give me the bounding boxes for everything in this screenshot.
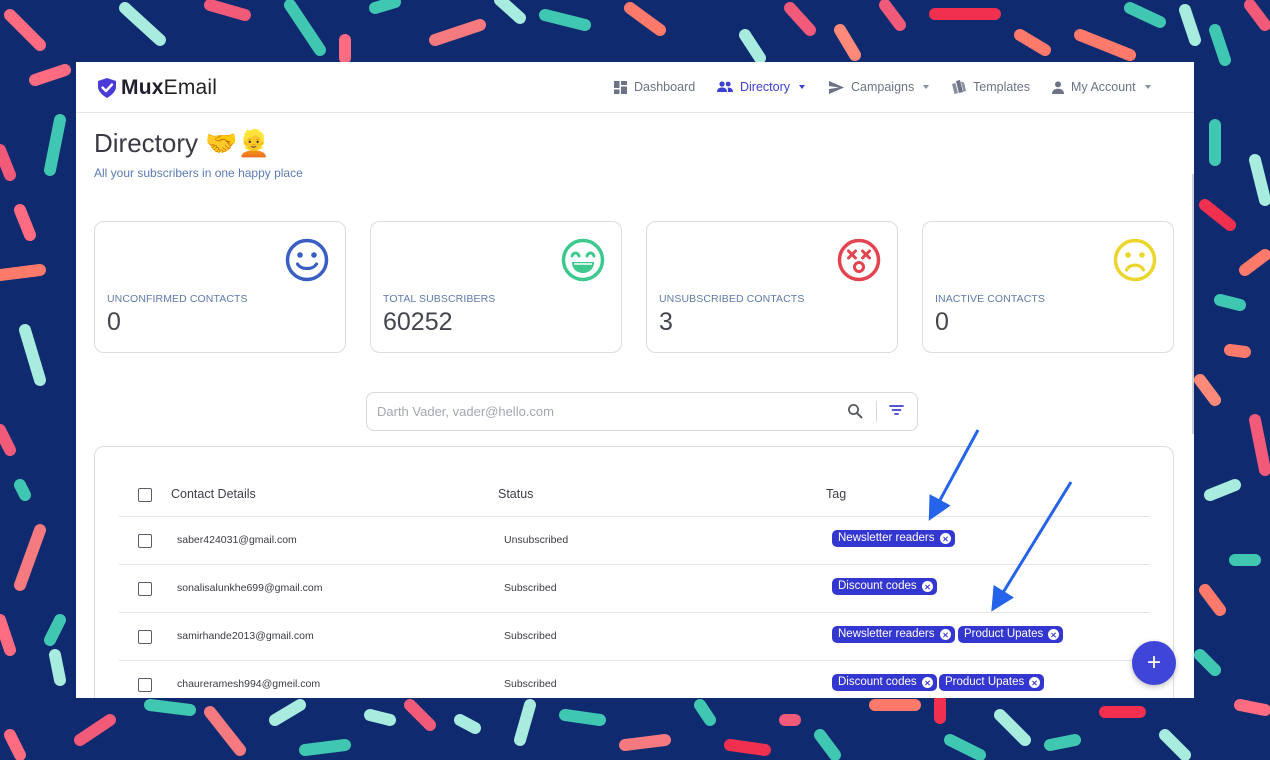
tag-chip[interactable]: Product Upates [958, 626, 1064, 643]
nav-directory[interactable]: Directory [717, 62, 806, 112]
nav-directory-label: Directory [740, 80, 791, 94]
column-header-tag: Tag [826, 487, 847, 501]
stat-card-inactive: INACTIVE CONTACTS 0 [922, 221, 1174, 353]
tag-label: Product Upates [964, 628, 1044, 640]
nav-campaigns-label: Campaigns [851, 80, 915, 94]
contact-email: saber424031@gmail.com [177, 534, 297, 546]
nav-templates[interactable]: Templates [951, 62, 1030, 112]
stat-card-unsubscribed: UNSUBSCRIBED CONTACTS 3 [646, 221, 898, 353]
nav-my-account[interactable]: My Account [1052, 62, 1151, 112]
row-checkbox[interactable] [138, 678, 152, 692]
remove-tag-icon[interactable] [1048, 629, 1060, 640]
divider [119, 516, 1149, 517]
select-all-checkbox[interactable] [138, 488, 152, 502]
people-icon [717, 81, 733, 92]
contacts-table: Contact Details Status Tag saber424031@g… [94, 446, 1174, 698]
contact-status: Unsubscribed [504, 534, 569, 546]
divider [119, 660, 1149, 661]
grin-face-icon [561, 238, 605, 282]
logo-text: MuxEmail [121, 76, 218, 99]
person-icon [1052, 80, 1064, 94]
tag-chip[interactable]: Discount codes [832, 674, 937, 691]
smile-face-icon [285, 238, 329, 282]
contact-email: samirhande2013@gmail.com [177, 630, 314, 642]
top-navbar: MuxEmail Dashboard Directory Campaigns T… [76, 62, 1194, 113]
scrollbar[interactable] [1192, 174, 1194, 434]
tag-label: Newsletter readers [838, 628, 935, 640]
nav-my-account-label: My Account [1071, 80, 1136, 94]
filter-icon[interactable] [889, 404, 904, 416]
muxemail-logo[interactable]: MuxEmail [96, 76, 217, 100]
page-title: Directory 🤝👱 [94, 128, 270, 158]
search-input[interactable] [377, 401, 817, 421]
page-subtitle: All your subscribers in one happy place [94, 166, 303, 180]
row-checkbox[interactable] [138, 582, 152, 596]
stat-label: TOTAL SUBSCRIBERS [383, 293, 496, 305]
contact-email: sonalisalunkhe699@gmail.com [177, 582, 323, 594]
contact-status: Subscribed [504, 630, 557, 642]
stat-label: UNSUBSCRIBED CONTACTS [659, 293, 805, 305]
dashboard-icon [614, 80, 627, 94]
tag-chip[interactable]: Newsletter readers [832, 626, 955, 643]
sad-face-icon [1113, 238, 1157, 282]
nav-templates-label: Templates [973, 80, 1030, 94]
remove-tag-icon[interactable] [1029, 677, 1041, 688]
column-header-status: Status [498, 487, 534, 501]
tag-label: Newsletter readers [838, 532, 935, 544]
dizzy-face-icon [837, 238, 881, 282]
stat-label: UNCONFIRMED CONTACTS [107, 293, 248, 305]
check-badge-icon [98, 78, 116, 98]
add-contact-button[interactable]: + [1132, 641, 1176, 685]
tag-label: Discount codes [838, 676, 917, 688]
search-icon[interactable] [847, 403, 863, 419]
remove-tag-icon[interactable] [921, 581, 933, 592]
stat-value: 0 [107, 308, 121, 336]
stat-card-total: TOTAL SUBSCRIBERS 60252 [370, 221, 622, 353]
divider [119, 612, 1149, 613]
remove-tag-icon[interactable] [939, 629, 951, 640]
stat-value: 3 [659, 308, 673, 336]
tag-label: Product Upates [945, 676, 1025, 688]
stat-card-unconfirmed: UNCONFIRMED CONTACTS 0 [94, 221, 346, 353]
contact-email: chaureramesh994@gmeil.com [177, 678, 321, 690]
divider [119, 564, 1149, 565]
remove-tag-icon[interactable] [921, 677, 933, 688]
row-checkbox[interactable] [138, 534, 152, 548]
tag-chip[interactable]: Newsletter readers [832, 530, 955, 547]
search-bar [366, 392, 918, 431]
row-checkbox[interactable] [138, 630, 152, 644]
tag-chip[interactable]: Product Upates [939, 674, 1045, 691]
contact-status: Subscribed [504, 678, 557, 690]
search-divider [876, 401, 877, 422]
chevron-down-icon [923, 85, 930, 89]
chevron-down-icon [1144, 85, 1151, 89]
chevron-down-icon [799, 85, 806, 89]
tag-chip[interactable]: Discount codes [832, 578, 937, 595]
app-window: MuxEmail Dashboard Directory Campaigns T… [76, 62, 1194, 698]
tag-label: Discount codes [838, 580, 917, 592]
nav-dashboard-label: Dashboard [634, 80, 696, 94]
templates-icon [952, 80, 966, 94]
send-icon [829, 80, 844, 94]
remove-tag-icon[interactable] [939, 533, 951, 544]
nav-dashboard[interactable]: Dashboard [614, 62, 695, 112]
stat-value: 0 [935, 308, 949, 336]
column-header-contact: Contact Details [171, 487, 256, 501]
contact-status: Subscribed [504, 582, 557, 594]
stat-label: INACTIVE CONTACTS [935, 293, 1046, 305]
nav-campaigns[interactable]: Campaigns [829, 62, 930, 112]
stat-value: 60252 [383, 308, 453, 336]
